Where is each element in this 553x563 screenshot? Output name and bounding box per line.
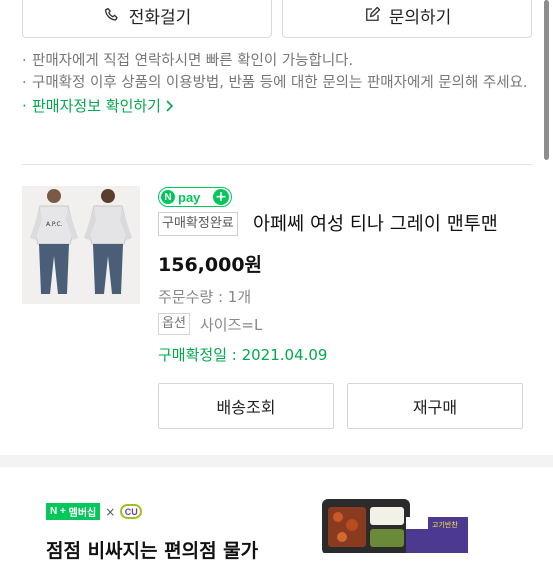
ad-logos: N + 멤버십 × CU — [46, 503, 143, 520]
seller-notes: · 판매자에게 직접 연락하시면 빠른 확인이 가능합니다. · 구매확정 이후… — [22, 50, 532, 117]
reorder-button[interactable]: 재구매 — [347, 383, 523, 429]
npay-n-icon: N — [161, 190, 175, 204]
option-badge: 옵션 — [158, 313, 190, 335]
npay-text: pay — [178, 189, 201, 205]
svg-text:고기반찬: 고기반찬 — [432, 520, 458, 529]
product-image: A.P.C. — [22, 186, 140, 304]
scrollbar[interactable] — [544, 0, 549, 160]
call-button[interactable]: 전화걸기 — [22, 0, 272, 38]
plus-icon: + — [213, 189, 229, 205]
seller-info-link-label: 판매자정보 확인하기 — [32, 97, 161, 115]
product-price: 156,000원 — [158, 254, 263, 276]
product-thumbnail[interactable]: A.P.C. — [22, 186, 140, 304]
contact-buttons: 전화걸기 문의하기 — [22, 0, 532, 38]
note-text: 구매확정 이후 상품의 이용방법, 반품 등에 대한 문의는 판매자에게 문의해… — [32, 75, 528, 91]
divider — [22, 164, 532, 165]
delivery-tracking-button[interactable]: 배송조회 — [158, 383, 334, 429]
edit-icon — [365, 6, 380, 21]
ad-lunchbox-image[interactable]: 고기반찬 — [320, 497, 470, 553]
purchase-confirm-date: 구매확정일 : 2021.04.09 — [158, 346, 328, 364]
svg-text:A.P.C.: A.P.C. — [46, 221, 63, 228]
naver-plus-membership-logo: N + 멤버십 — [46, 503, 101, 520]
status-badge: 구매확정완료 — [158, 212, 238, 236]
section-separator — [0, 455, 553, 467]
product-name[interactable]: 아페쎄 여성 티나 그레이 맨투맨 — [253, 210, 533, 236]
note-item: · 구매확정 이후 상품의 이용방법, 반품 등에 대한 문의는 판매자에게 문… — [22, 72, 532, 94]
order-quantity: 주문수량 : 1개 — [158, 288, 252, 306]
chevron-right-icon — [166, 100, 174, 112]
cu-logo: CU — [120, 504, 143, 519]
inquiry-button-label: 문의하기 — [388, 7, 452, 28]
option-value: 사이즈=L — [200, 316, 263, 334]
phone-icon — [104, 7, 118, 21]
ad-headline[interactable]: 점점 비싸지는 편의점 물가 — [46, 536, 258, 563]
note-text: 판매자에게 직접 연락하시면 빠른 확인이 가능합니다. — [32, 53, 354, 69]
note-item: · 판매자에게 직접 연락하시면 빠른 확인이 가능합니다. — [22, 50, 532, 72]
call-button-label: 전화걸기 — [128, 7, 192, 28]
seller-info-link[interactable]: · 판매자정보 확인하기 — [22, 95, 532, 117]
npay-plus-badge: N pay + — [158, 187, 232, 207]
delivery-tracking-label: 배송조회 — [216, 398, 276, 417]
reorder-label: 재구매 — [412, 398, 458, 417]
inquiry-button[interactable]: 문의하기 — [282, 0, 532, 38]
